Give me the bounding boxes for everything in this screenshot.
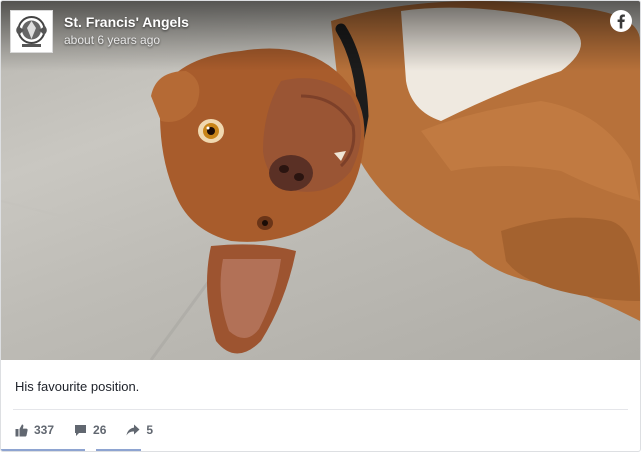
page-name-link[interactable]: St. Francis' Angels [64,14,189,30]
page-logo-icon[interactable] [10,10,53,53]
post-caption: His favourite position. [15,379,140,394]
facebook-icon[interactable] [610,10,632,32]
likes-count: 337 [34,423,55,437]
share-icon [126,424,140,436]
shares-count: 5 [146,423,154,437]
comments-count: 26 [93,423,107,437]
comments-stat[interactable]: 26 [74,423,106,437]
post-timestamp[interactable]: about 6 years ago [64,33,160,47]
shares-stat[interactable]: 5 [126,423,153,437]
like-icon [15,424,28,436]
post-photo[interactable]: St. Francis' Angels about 6 years ago [1,1,640,360]
bottom-accent-bar [1,449,141,451]
comment-icon [75,424,87,436]
likes-stat[interactable]: 337 [15,423,54,437]
caption-divider [13,409,628,410]
engagement-stats: 337 26 5 [15,423,173,437]
facebook-post-embed: St. Francis' Angels about 6 years ago Hi… [0,0,641,452]
